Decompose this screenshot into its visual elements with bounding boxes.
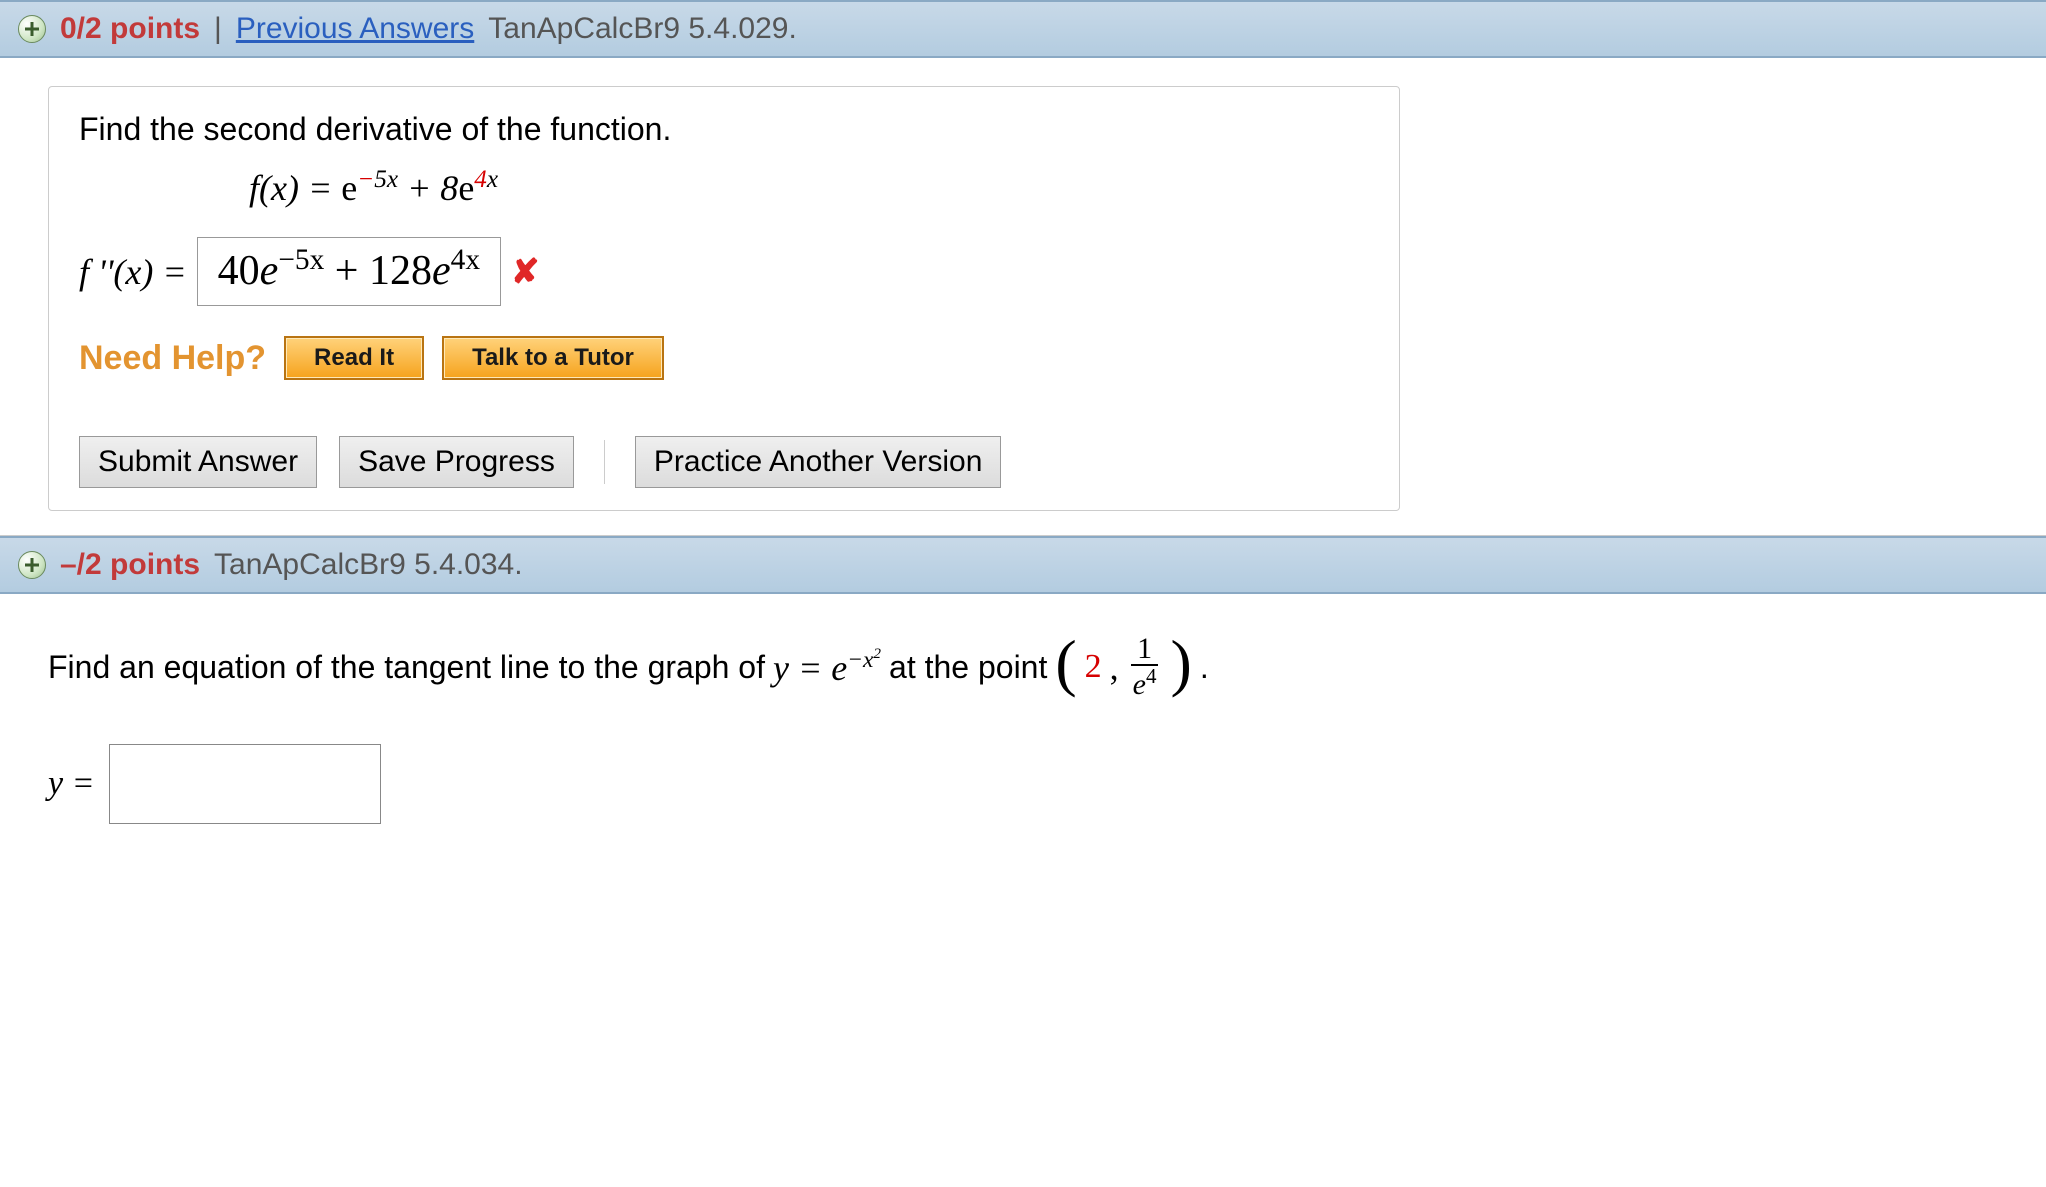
question-reference: TanApCalcBr9 5.4.034. (214, 548, 523, 582)
point-x: 2 (1085, 648, 1102, 686)
fpp-label: f ''(x) = (79, 251, 187, 293)
need-help-row: Need Help? Read It Talk to a Tutor (49, 336, 1399, 380)
answer-input-box[interactable]: 40e−5x + 128e4x (197, 237, 501, 306)
plus-icon[interactable] (18, 551, 46, 579)
y-label: y = (48, 765, 95, 803)
question-body-1: Find the second derivative of the functi… (0, 58, 2046, 536)
separator: | (214, 12, 222, 46)
tangent-answer-input[interactable] (109, 744, 381, 824)
plus-icon[interactable] (18, 15, 46, 43)
need-help-label: Need Help? (79, 339, 266, 378)
divider (604, 440, 605, 484)
points-score: 0/2 points (60, 12, 200, 46)
question-reference: TanApCalcBr9 5.4.029. (488, 12, 797, 46)
question-header-1: 0/2 points | Previous Answers TanApCalcB… (0, 0, 2046, 58)
question-prompt: Find the second derivative of the functi… (49, 87, 1399, 148)
y-equals-row: y = (48, 744, 1998, 824)
answer-row: f ''(x) = 40e−5x + 128e4x ✘ (49, 237, 1399, 306)
talk-to-tutor-button[interactable]: Talk to a Tutor (442, 336, 664, 380)
points-score: –/2 points (60, 548, 200, 582)
question-header-2: –/2 points TanApCalcBr9 5.4.034. (0, 536, 2046, 594)
practice-another-button[interactable]: Practice Another Version (635, 436, 1002, 488)
function-expression: f(x) = e−5x + 8e4x (49, 166, 1399, 209)
tangent-prompt: Find an equation of the tangent line to … (48, 634, 1998, 700)
save-progress-button[interactable]: Save Progress (339, 436, 574, 488)
read-it-button[interactable]: Read It (284, 336, 424, 380)
question-body-2: Find an equation of the tangent line to … (0, 594, 2046, 864)
submit-answer-button[interactable]: Submit Answer (79, 436, 317, 488)
incorrect-icon: ✘ (511, 252, 540, 292)
previous-answers-link[interactable]: Previous Answers (236, 12, 474, 46)
point-y-fraction: 1 e4 (1127, 634, 1163, 700)
action-row: Submit Answer Save Progress Practice Ano… (49, 436, 1399, 488)
